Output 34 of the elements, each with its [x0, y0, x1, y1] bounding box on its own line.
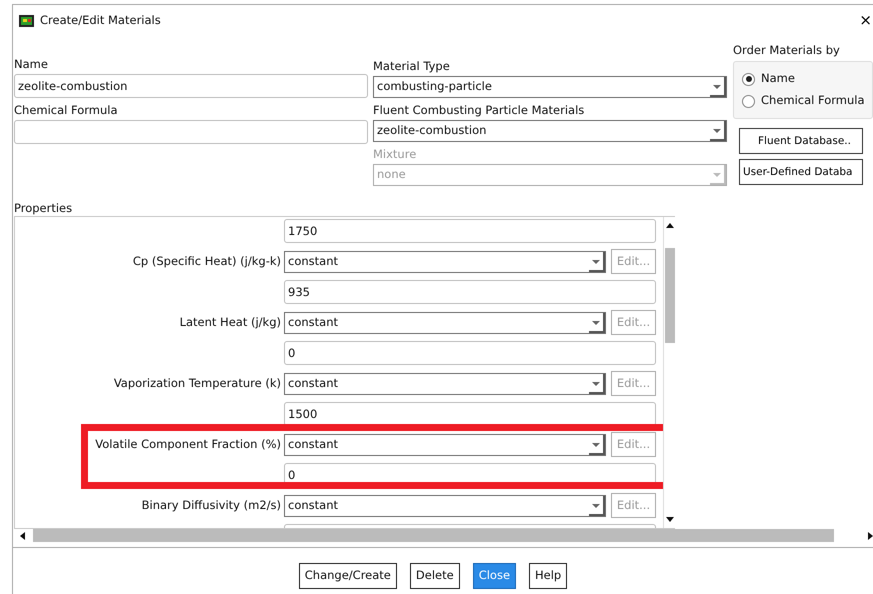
dialog-button[interactable]: Help: [529, 563, 568, 589]
dropdown[interactable]: constant: [284, 494, 606, 516]
field-label: Material Type: [373, 60, 451, 74]
database-button[interactable]: Fluent Database..: [739, 128, 863, 154]
close-button[interactable]: ×: [859, 13, 872, 28]
property-label: Vaporization Temperature (k): [112, 376, 282, 390]
field-label: Mixture: [373, 148, 418, 162]
field-label: Fluent Combusting Particle Materials: [373, 104, 586, 118]
dropdown[interactable]: constant: [284, 250, 606, 272]
input-field[interactable]: 0: [284, 341, 656, 365]
field-label: Name: [14, 58, 49, 72]
dropdown[interactable]: combusting-particle: [373, 76, 727, 98]
input-field[interactable]: 935: [284, 280, 656, 304]
radio-label: Chemical Formula: [761, 94, 865, 108]
property-label: Binary Diffusivity (m2/s): [140, 498, 282, 512]
database-button[interactable]: User-Defined Databa: [739, 159, 863, 185]
dialog-button[interactable]: Close: [472, 563, 516, 589]
dropdown[interactable]: constant: [284, 312, 606, 334]
dropdown[interactable]: constant: [284, 434, 606, 456]
property-label: Volatile Component Fraction (%): [94, 438, 282, 452]
input-field[interactable]: 1750: [284, 219, 656, 243]
group-label: Order Materials by: [733, 44, 841, 58]
dialog-button[interactable]: Change/Create: [298, 563, 397, 589]
input-field[interactable]: 1500: [284, 402, 656, 426]
dialog-button[interactable]: Delete: [410, 563, 460, 589]
input-field[interactable]: zeolite-combustion: [14, 74, 368, 98]
field-label: Chemical Formula: [14, 104, 119, 118]
radio-label: Name: [761, 72, 795, 86]
dropdown[interactable]: zeolite-combustion: [373, 120, 727, 142]
property-label: Cp (Specific Heat) (j/kg-k): [132, 254, 282, 268]
dropdown[interactable]: constant: [284, 372, 606, 394]
window-title: Create/Edit Materials: [40, 14, 161, 28]
section-label: Properties: [14, 202, 74, 216]
property-label: Latent Heat (j/kg): [178, 316, 282, 330]
